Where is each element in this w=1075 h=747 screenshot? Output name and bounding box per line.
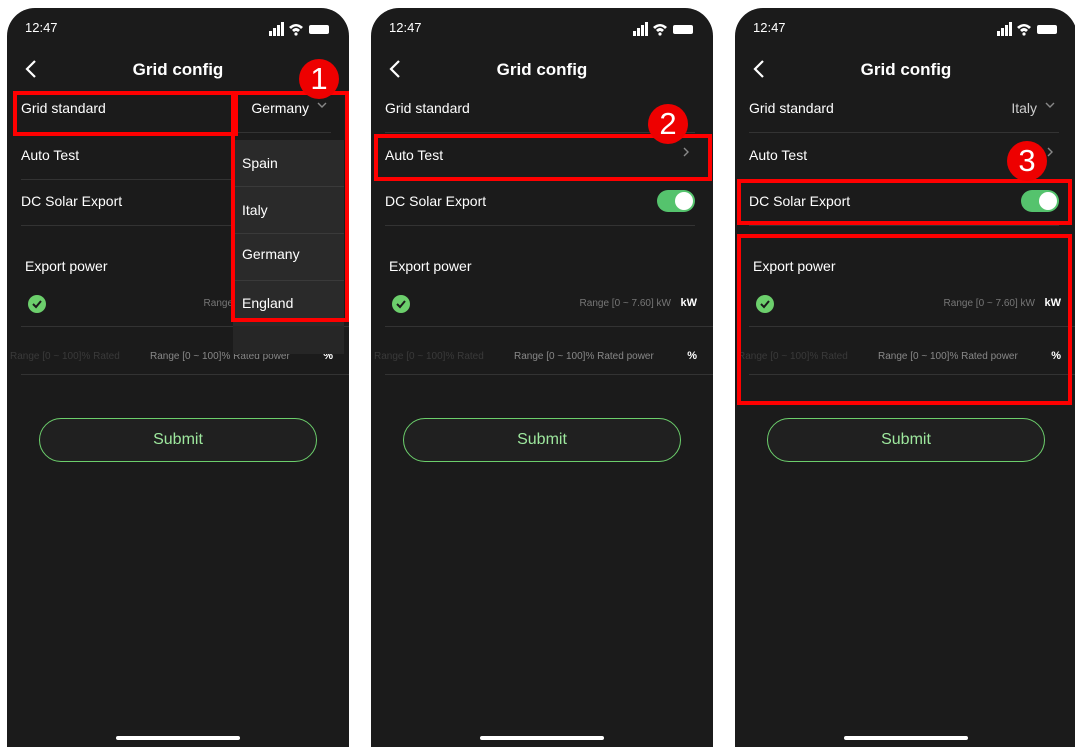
pct-range-text[interactable]: Range [0 ~ 100]% Rated power xyxy=(514,351,654,362)
status-bar: 12:47 xyxy=(25,20,331,40)
kw-range-text: Range xyxy=(203,298,233,309)
pct-unit: % xyxy=(687,350,697,362)
check-icon[interactable] xyxy=(28,295,46,313)
auto-test-label: Auto Test xyxy=(749,147,808,163)
nav-bar: Grid config xyxy=(7,54,349,84)
highlight-dropdown xyxy=(231,91,349,322)
status-time: 12:47 xyxy=(753,20,786,35)
dc-solar-export-toggle[interactable] xyxy=(657,190,695,212)
status-icons-icon xyxy=(997,22,1057,36)
divider xyxy=(385,326,713,327)
check-icon[interactable] xyxy=(392,295,410,313)
status-icons-icon xyxy=(633,22,693,36)
grid-standard-value[interactable]: Italy xyxy=(1011,100,1037,116)
status-bar: 12:47 xyxy=(753,20,1059,40)
kw-unit: kW xyxy=(680,297,698,309)
home-indicator xyxy=(116,736,240,740)
nav-bar: Grid config xyxy=(735,54,1075,84)
submit-button[interactable]: Submit xyxy=(767,418,1045,462)
status-icons-icon xyxy=(269,22,329,36)
chevron-down-icon[interactable] xyxy=(1043,98,1057,112)
submit-button[interactable]: Submit xyxy=(39,418,317,462)
step-badge-3: 3 xyxy=(1007,141,1047,181)
status-icons xyxy=(269,22,331,36)
dc-solar-export-label: DC Solar Export xyxy=(21,193,123,209)
page-title: Grid config xyxy=(860,60,952,79)
nav-bar: Grid config xyxy=(371,54,713,84)
grid-standard-label: Grid standard xyxy=(385,100,470,116)
status-time: 12:47 xyxy=(25,20,58,35)
submit-button[interactable]: Submit xyxy=(403,418,681,462)
status-time: 12:47 xyxy=(389,20,422,35)
status-bar: 12:47 xyxy=(389,20,695,40)
home-indicator xyxy=(480,736,604,740)
export-power-title: Export power xyxy=(25,258,108,274)
pct-range-ghost: Range [0 ~ 100]% Rated xyxy=(374,351,484,362)
divider xyxy=(385,374,713,375)
home-indicator xyxy=(844,736,968,740)
toggle-knob xyxy=(675,192,693,210)
grid-standard-label: Grid standard xyxy=(749,100,834,116)
grid-standard-row[interactable]: Grid standard Italy xyxy=(749,86,1059,133)
pct-range-ghost: Range [0 ~ 100]% Rated xyxy=(10,351,120,362)
highlight-export-power xyxy=(737,234,1072,405)
highlight-grid-standard xyxy=(13,91,238,136)
kw-range-text[interactable]: Range [0 ~ 7.60] kW xyxy=(580,298,671,309)
highlight-dc-solar-export xyxy=(737,179,1072,225)
export-power-title: Export power xyxy=(389,258,472,274)
step-badge-1: 1 xyxy=(299,59,339,99)
page-title: Grid config xyxy=(132,60,224,79)
step-badge-2: 2 xyxy=(648,104,688,144)
divider xyxy=(21,374,349,375)
dc-solar-export-label: DC Solar Export xyxy=(385,193,487,209)
page-title: Grid config xyxy=(496,60,588,79)
auto-test-label: Auto Test xyxy=(21,147,80,163)
dc-solar-export-row: DC Solar Export xyxy=(385,179,695,226)
